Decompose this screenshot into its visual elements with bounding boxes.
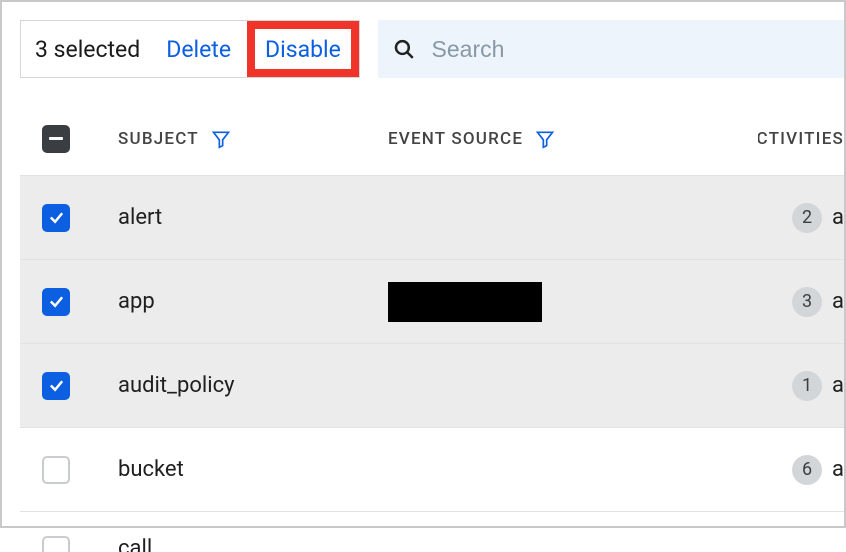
subject-cell: audit_policy bbox=[118, 373, 235, 398]
filter-icon[interactable] bbox=[211, 129, 231, 149]
delete-button[interactable]: Delete bbox=[154, 21, 243, 77]
row-checkbox[interactable] bbox=[42, 536, 70, 552]
search-box[interactable] bbox=[378, 20, 844, 78]
activity-text: a bbox=[832, 373, 844, 398]
subject-cell: call bbox=[118, 536, 152, 552]
table-row[interactable]: app 3 a bbox=[20, 260, 844, 344]
activity-count-badge: 3 bbox=[792, 287, 822, 317]
table-row[interactable]: call bbox=[20, 512, 844, 552]
disable-button-highlight: Disable bbox=[247, 21, 359, 77]
activity-text: a bbox=[832, 205, 844, 230]
row-checkbox[interactable] bbox=[42, 456, 70, 484]
redacted-block bbox=[388, 282, 542, 322]
subject-cell: app bbox=[118, 289, 155, 314]
column-header-event-source[interactable]: EVENT SOURCE bbox=[388, 129, 758, 149]
activity-count-badge: 2 bbox=[792, 203, 822, 233]
table-row[interactable]: alert 2 a bbox=[20, 176, 844, 260]
search-input[interactable] bbox=[430, 35, 830, 64]
column-header-subject[interactable]: SUBJECT bbox=[118, 129, 388, 149]
selected-count-label: 3 selected bbox=[35, 36, 140, 63]
activity-text: a bbox=[832, 289, 844, 314]
row-checkbox[interactable] bbox=[42, 288, 70, 316]
column-label: EVENT SOURCE bbox=[388, 129, 523, 149]
toolbar: 3 selected Delete Disable bbox=[20, 20, 844, 78]
row-checkbox[interactable] bbox=[42, 204, 70, 232]
activity-count-badge: 6 bbox=[792, 455, 822, 485]
disable-button[interactable]: Disable bbox=[265, 29, 341, 69]
table-row[interactable]: bucket 6 a bbox=[20, 428, 844, 512]
row-checkbox[interactable] bbox=[42, 372, 70, 400]
subject-cell: bucket bbox=[118, 457, 184, 482]
table-row[interactable]: audit_policy 1 a bbox=[20, 344, 844, 428]
subject-cell: alert bbox=[118, 205, 162, 230]
column-header-activities[interactable]: ACTIVITIES bbox=[758, 129, 844, 149]
filter-icon[interactable] bbox=[535, 129, 555, 149]
subjects-table: SUBJECT EVENT SOURCE ACTIVITIES bbox=[20, 102, 844, 552]
column-label: ACTIVITIES bbox=[758, 129, 844, 149]
column-label: SUBJECT bbox=[118, 129, 199, 149]
select-all-checkbox[interactable] bbox=[42, 125, 70, 153]
table-header-row: SUBJECT EVENT SOURCE ACTIVITIES bbox=[20, 102, 844, 176]
activity-text: a bbox=[832, 457, 844, 482]
activity-count-badge: 1 bbox=[792, 371, 822, 401]
search-icon bbox=[392, 36, 416, 62]
bulk-action-box: 3 selected Delete Disable bbox=[20, 20, 360, 78]
